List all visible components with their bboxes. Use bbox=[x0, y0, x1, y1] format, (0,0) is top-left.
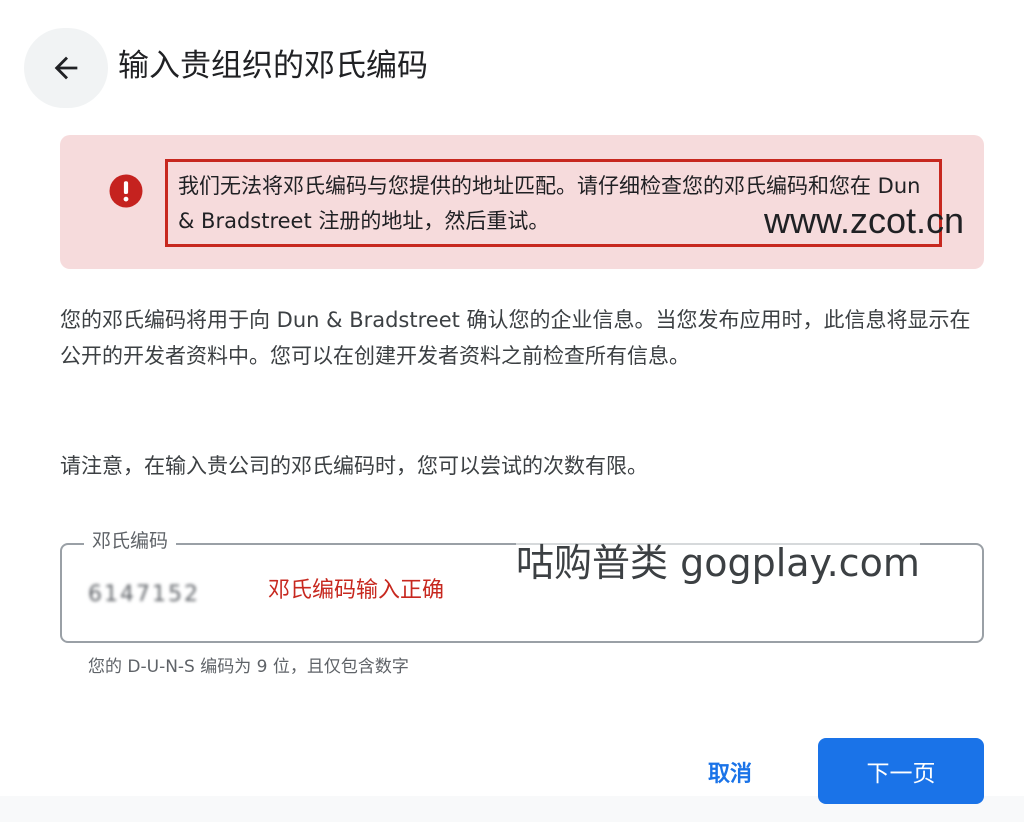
duns-field-label: 邓氏编码 bbox=[84, 527, 177, 555]
cancel-button[interactable]: 取消 bbox=[688, 748, 772, 796]
arrow-back-icon bbox=[54, 56, 78, 80]
back-button[interactable] bbox=[24, 28, 108, 108]
duns-annotation: 邓氏编码输入正确 bbox=[268, 578, 445, 603]
duns-entry-page: 输入贵组织的邓氏编码 我们无法将邓氏编码与您提供的地址匹配。请仔细检查您的邓氏编… bbox=[0, 0, 1024, 822]
watermark-gogplay: 咕购普类 gogplay.com bbox=[516, 538, 920, 588]
duns-input-value[interactable]: 6147152 bbox=[88, 580, 200, 610]
watermark-zcot: www.zcot.cn bbox=[764, 200, 965, 241]
error-icon bbox=[109, 174, 143, 208]
next-button[interactable]: 下一页 bbox=[818, 738, 984, 804]
attempts-note: 请注意，在输入贵公司的邓氏编码时，您可以尝试的次数有限。 bbox=[60, 454, 648, 478]
description-text: 您的邓氏编码将用于向 Dun & Bradstreet 确认您的企业信息。当您发… bbox=[60, 308, 971, 368]
duns-helper-text: 您的 D-U-N-S 编码为 9 位，且仅包含数字 bbox=[88, 657, 409, 677]
page-title: 输入贵组织的邓氏编码 bbox=[118, 48, 428, 84]
